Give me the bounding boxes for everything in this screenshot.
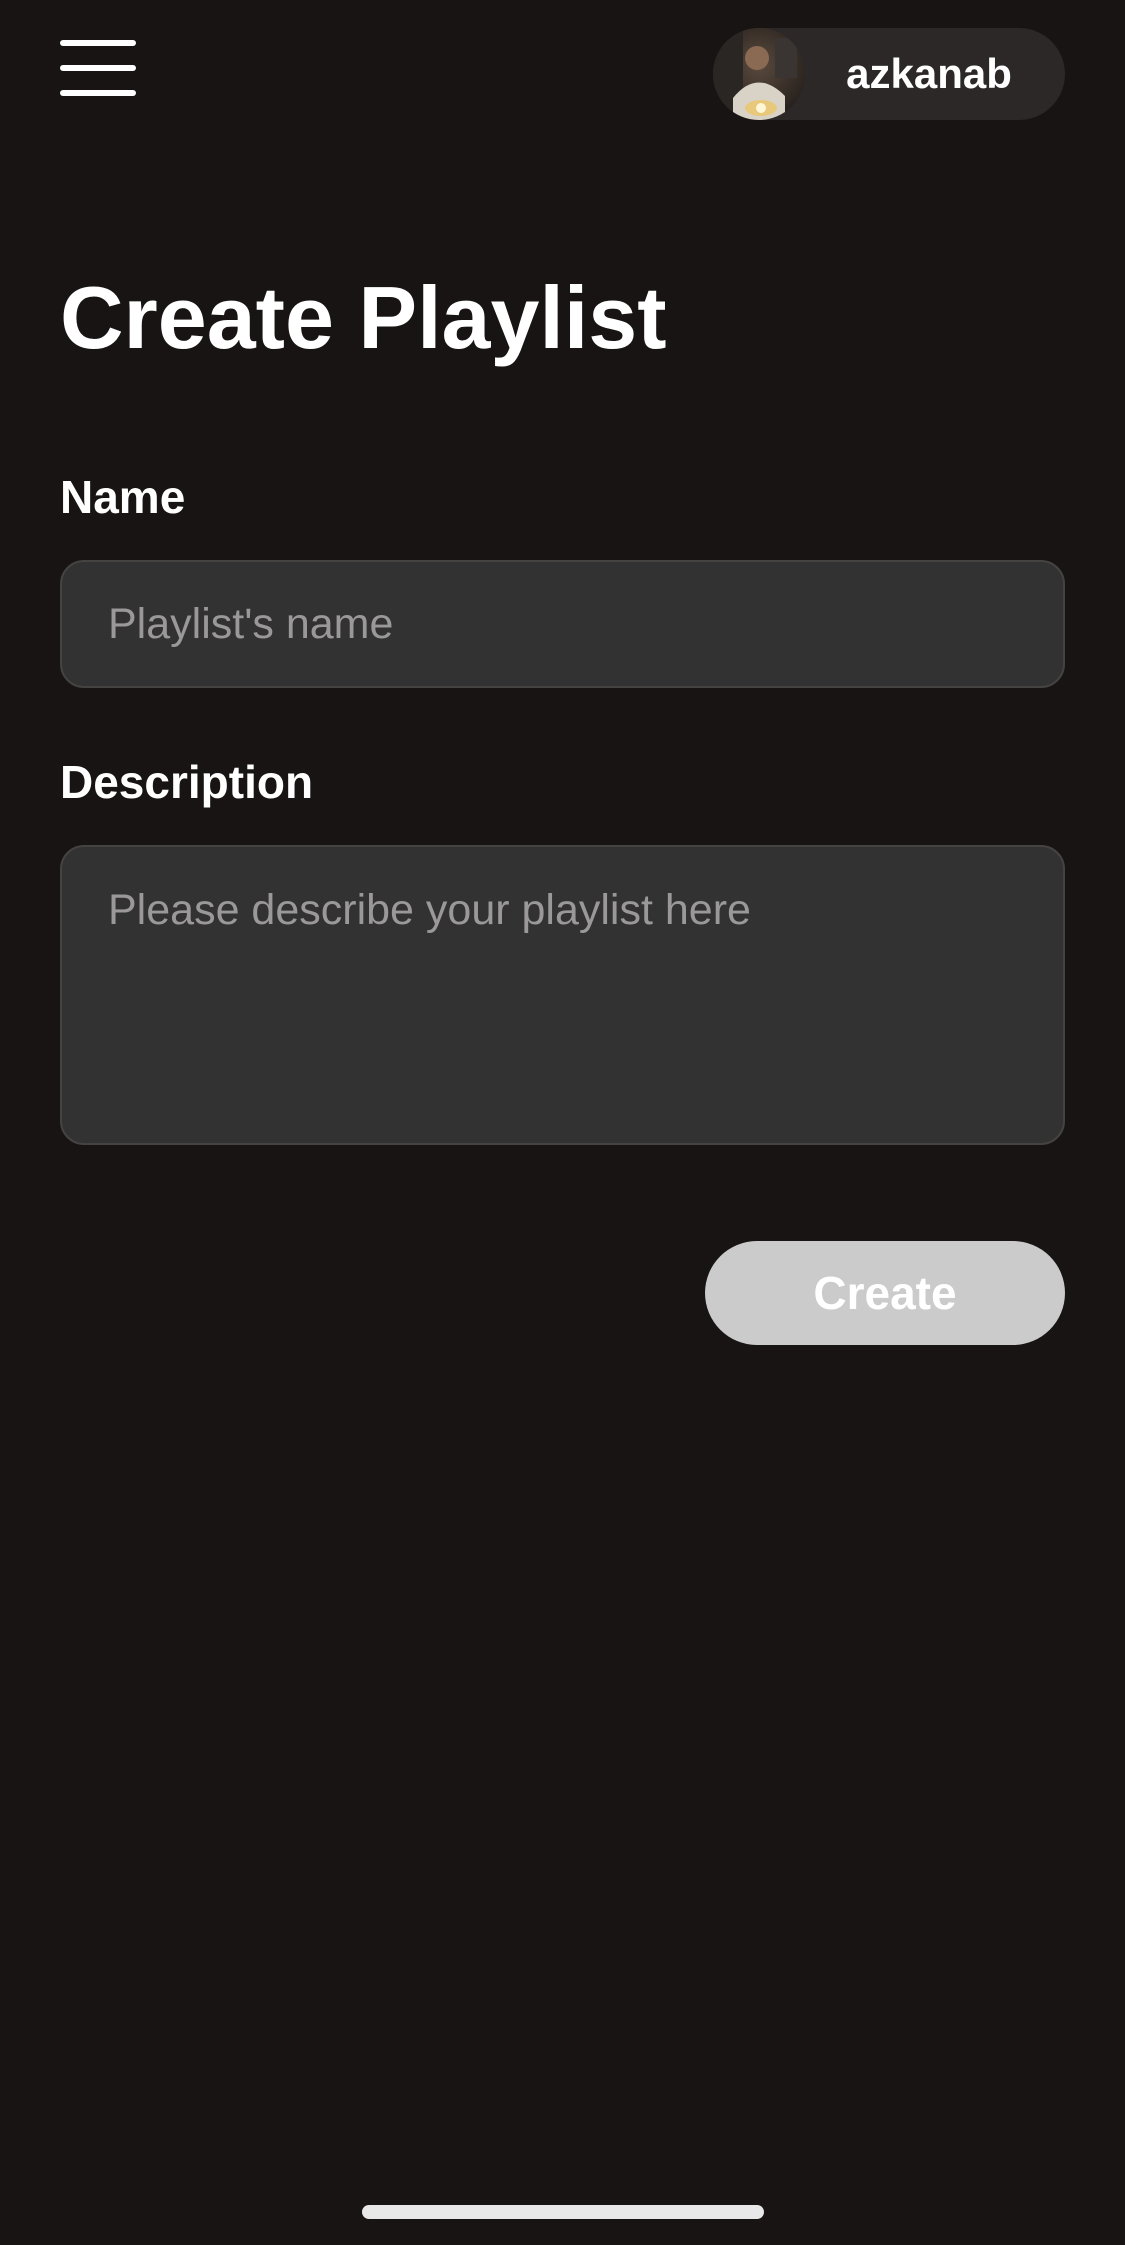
playlist-name-input[interactable]: [60, 560, 1065, 688]
menu-bar-middle: [60, 65, 136, 71]
name-label: Name: [60, 471, 186, 523]
menu-bar-bottom: [60, 90, 136, 96]
hamburger-menu-icon[interactable]: [60, 40, 136, 96]
avatar: [713, 28, 805, 120]
create-button[interactable]: Create: [705, 1241, 1065, 1345]
home-indicator[interactable]: [362, 2205, 764, 2219]
menu-bar-top: [60, 40, 136, 46]
playlist-description-input[interactable]: [60, 845, 1065, 1145]
username-label: azkanab: [846, 50, 1012, 97]
user-account-button[interactable]: azkanab: [713, 28, 1065, 120]
create-playlist-page: azkanab Create Playlist Name Description…: [0, 0, 1125, 2245]
description-label: Description: [60, 756, 314, 808]
page-title: Create Playlist: [60, 268, 667, 367]
